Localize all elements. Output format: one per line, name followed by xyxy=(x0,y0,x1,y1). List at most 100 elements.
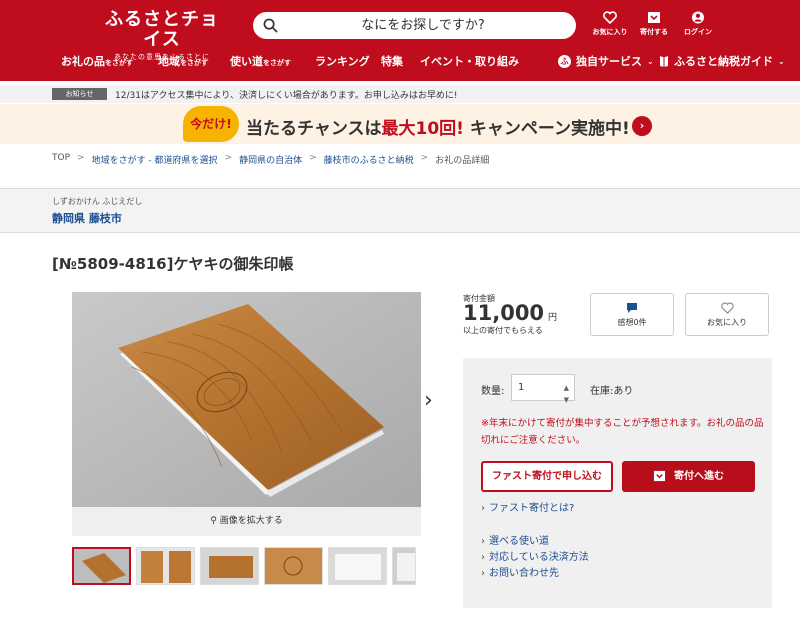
zoom-button[interactable]: ⚲ 画像を拡大する xyxy=(72,507,421,536)
region-bar: しずおかけん ふじえだし 静岡県 藤枝市 xyxy=(0,188,800,233)
nav-feature[interactable]: 特集 xyxy=(381,53,403,69)
amount-value: 11,000 xyxy=(463,301,545,325)
gift-icon xyxy=(653,470,666,482)
magnifier-icon: ⚲ xyxy=(210,516,217,526)
thumbnail-1[interactable] xyxy=(72,547,131,585)
proceed-donate-button[interactable]: 寄付へ進む xyxy=(622,461,755,492)
breadcrumb-municipalities[interactable]: 静岡県の自治体 xyxy=(239,153,302,166)
thumbnail-6[interactable] xyxy=(392,547,416,585)
thumbnail-5[interactable] xyxy=(328,547,387,585)
chevron-right-icon: › xyxy=(481,536,485,547)
campaign-suffix: キャンペーン実施中! xyxy=(469,119,630,139)
quantity-value: 1 xyxy=(518,382,525,393)
nav-services-label: 独自サービス xyxy=(576,55,642,68)
fast-donate-button[interactable]: ファスト寄付で申し込む xyxy=(481,461,613,492)
notice-text[interactable]: 12/31はアクセス集中により、決済しにくい場合があります。お申し込みはお早めに… xyxy=(115,88,457,101)
nav-ranking[interactable]: ランキング xyxy=(315,53,370,69)
thumbnail-image xyxy=(329,548,386,584)
thumbnail-image xyxy=(393,548,415,584)
contact-label: お問い合わせ先 xyxy=(489,568,559,579)
stock-status: 在庫:あり xyxy=(590,386,634,397)
logo-text: ふるさとチョイス xyxy=(105,9,219,50)
nav-region-sub: をさがす xyxy=(180,59,208,67)
search-box xyxy=(253,12,576,39)
donation-amount: 11,000 円 xyxy=(463,301,557,325)
zoom-label: 画像を拡大する xyxy=(219,516,283,526)
chevron-down-icon: ⌄ xyxy=(647,56,654,66)
chevron-down-icon: ⌄ xyxy=(778,56,785,66)
nav-region[interactable]: 地域をさがす xyxy=(158,53,208,69)
campaign-tag: 今だけ! xyxy=(183,106,239,142)
payment-methods-link[interactable]: › 対応している決済方法 xyxy=(481,548,589,563)
quantity-select[interactable]: 1 ▲ ▼ xyxy=(511,374,575,404)
next-image-chevron-icon[interactable]: › xyxy=(424,388,433,413)
breadcrumb-separator: > xyxy=(77,153,85,163)
impressions-button[interactable]: 感想0件 xyxy=(590,293,674,336)
nav-guide[interactable]: ふるさと納税ガイド ⌄ xyxy=(659,53,785,69)
fast-donate-info-link[interactable]: › ファスト寄付とは? xyxy=(481,499,574,514)
breadcrumb-city[interactable]: 藤枝市のふるさと納税 xyxy=(324,153,414,166)
service-icon: ふ xyxy=(558,54,571,68)
breadcrumb-top[interactable]: TOP xyxy=(52,153,70,166)
donate-link[interactable]: 寄付する xyxy=(632,11,676,37)
favorite-label: お気に入り xyxy=(707,318,747,327)
region-name[interactable]: 静岡県 藤枝市 xyxy=(52,210,122,226)
thumbnail-strip xyxy=(72,547,416,585)
search-icon[interactable] xyxy=(263,18,278,33)
thumbnail-2[interactable] xyxy=(136,547,195,585)
gift-icon xyxy=(648,12,660,23)
campaign-message: 当たるチャンスは最大10回! キャンペーン実施中! xyxy=(246,114,630,139)
speech-bubble-icon xyxy=(627,303,637,313)
donation-panel: 数量: 1 ▲ ▼ 在庫:あり ※年末にかけて寄付が集中することが予想されます。お… xyxy=(463,358,772,608)
notice-badge: お知らせ xyxy=(52,88,107,100)
nav-gifts[interactable]: お礼の品をさがす xyxy=(61,53,133,69)
product-title: [№5809-4816]ケヤキの御朱印帳 xyxy=(52,255,294,273)
favorite-button[interactable]: お気に入り xyxy=(685,293,769,336)
nav-events[interactable]: イベント・取り組み xyxy=(420,53,519,69)
payment-methods-label: 対応している決済方法 xyxy=(489,552,589,563)
nav-usage-label: 使い道 xyxy=(230,55,263,68)
favorites-label: お気に入り xyxy=(592,28,628,36)
chevron-right-icon: › xyxy=(481,503,485,514)
nav-region-label: 地域 xyxy=(158,55,180,68)
thumbnail-image xyxy=(201,548,258,584)
usage-options-link[interactable]: › 選べる使い道 xyxy=(481,532,549,547)
impressions-label: 感想0件 xyxy=(617,318,647,327)
quantity-label: 数量: xyxy=(481,386,505,397)
thumbnail-image xyxy=(74,549,129,583)
nav-usage-sub: をさがす xyxy=(263,59,291,67)
thumbnail-image xyxy=(265,548,322,584)
chevron-right-icon: › xyxy=(481,568,485,579)
chevron-right-icon: › xyxy=(481,552,485,563)
nav-gifts-label: お礼の品 xyxy=(61,55,105,68)
breadcrumb-prefecture[interactable]: 地域をさがす - 都道府県を選択 xyxy=(92,153,218,166)
header-actions: お気に入り 寄付する ログイン xyxy=(588,11,720,37)
login-link[interactable]: ログイン xyxy=(676,11,720,37)
breadcrumb-current: お礼の品詳細 xyxy=(435,156,490,166)
usage-options-label: 選べる使い道 xyxy=(489,536,549,547)
contact-link[interactable]: › お問い合わせ先 xyxy=(481,564,559,579)
goshuin-book-image xyxy=(72,292,421,507)
nav-guide-label: ふるさと納税ガイド xyxy=(674,55,773,68)
nav-services[interactable]: ふ 独自サービス ⌄ xyxy=(558,53,654,69)
donate-label: 寄付する xyxy=(640,28,668,36)
thumbnail-image xyxy=(137,548,194,584)
proceed-donate-label: 寄付へ進む xyxy=(674,471,724,482)
updown-arrow-icon: ▲ ▼ xyxy=(563,384,569,404)
thumbnail-3[interactable] xyxy=(200,547,259,585)
product-photo[interactable] xyxy=(72,292,421,507)
nav-usage[interactable]: 使い道をさがす xyxy=(230,53,291,69)
breadcrumb-separator: > xyxy=(420,153,429,163)
book-icon xyxy=(660,56,668,67)
fast-donate-info-label: ファスト寄付とは? xyxy=(489,503,575,514)
amount-note: 以上の寄付でもらえる xyxy=(463,326,543,335)
warning-text: ※年末にかけて寄付が集中することが予想されます。お礼の品の品切れにご注意ください… xyxy=(481,418,764,446)
thumbnail-4[interactable] xyxy=(264,547,323,585)
breadcrumb-separator: > xyxy=(309,153,317,163)
breadcrumb: TOP > 地域をさがす - 都道府県を選択 > 静岡県の自治体 > 藤枝市のふ… xyxy=(52,153,489,166)
favorites-link[interactable]: お気に入り xyxy=(588,11,632,37)
search-input[interactable] xyxy=(283,12,563,39)
login-label: ログイン xyxy=(684,28,712,36)
heart-icon xyxy=(720,302,734,314)
campaign-banner[interactable]: 今だけ! 当たるチャンスは最大10回! キャンペーン実施中! › xyxy=(0,104,800,144)
